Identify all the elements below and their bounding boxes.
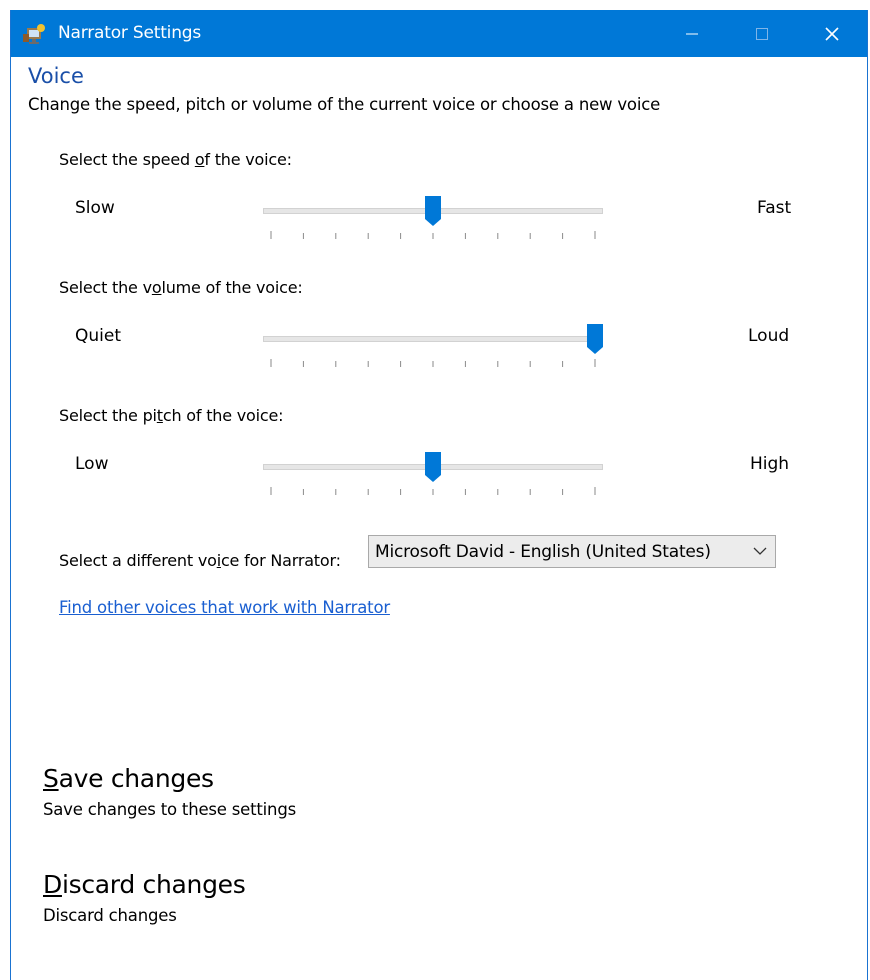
volume-min-label: Quiet [75,326,122,346]
pitch-min-label: Low [75,454,109,474]
chevron-down-icon [753,547,767,555]
save-changes-description: Save changes to these settings [43,800,296,819]
speed-label: Select the speed of the voice: [59,150,292,169]
speed-slider-ticks [270,231,596,239]
close-button[interactable] [797,10,867,57]
section-subtitle: Change the speed, pitch or volume of the… [28,95,661,114]
narrator-app-icon [23,24,45,44]
volume-max-label: Loud [748,326,790,346]
pitch-max-label: High [750,454,790,474]
volume-slider-ticks [270,359,596,367]
voice-dropdown-value: Microsoft David - English (United States… [375,542,711,562]
volume-slider-track[interactable] [263,336,603,342]
save-changes-button[interactable]: Save changes [43,764,214,793]
voice-select-label: Select a different voice for Narrator: [59,551,341,570]
pitch-slider-ticks [270,487,596,495]
minimize-button[interactable] [657,10,727,57]
find-voices-link[interactable]: Find other voices that work with Narrato… [59,598,390,617]
pitch-slider-thumb[interactable] [424,451,442,483]
minimize-icon [686,33,698,34]
volume-slider-thumb[interactable] [586,323,604,355]
pitch-slider[interactable] [263,451,603,497]
speed-slider-thumb[interactable] [424,195,442,227]
section-heading: Voice [28,64,84,88]
window-title: Narrator Settings [58,23,202,43]
narrator-settings-window: Narrator Settings Voice Change the speed… [10,10,868,980]
maximize-button[interactable] [727,10,797,57]
maximize-icon [756,27,768,40]
voice-dropdown[interactable]: Microsoft David - English (United States… [368,535,776,568]
pitch-label: Select the pitch of the voice: [59,406,284,425]
title-bar[interactable]: Narrator Settings [11,10,867,57]
discard-changes-button[interactable]: Discard changes [43,870,246,899]
volume-slider[interactable] [263,323,603,369]
close-icon [825,26,839,41]
speed-max-label: Fast [757,198,792,218]
discard-changes-description: Discard changes [43,906,177,925]
speed-min-label: Slow [75,198,115,218]
volume-label: Select the volume of the voice: [59,278,303,297]
speed-slider[interactable] [263,195,603,241]
